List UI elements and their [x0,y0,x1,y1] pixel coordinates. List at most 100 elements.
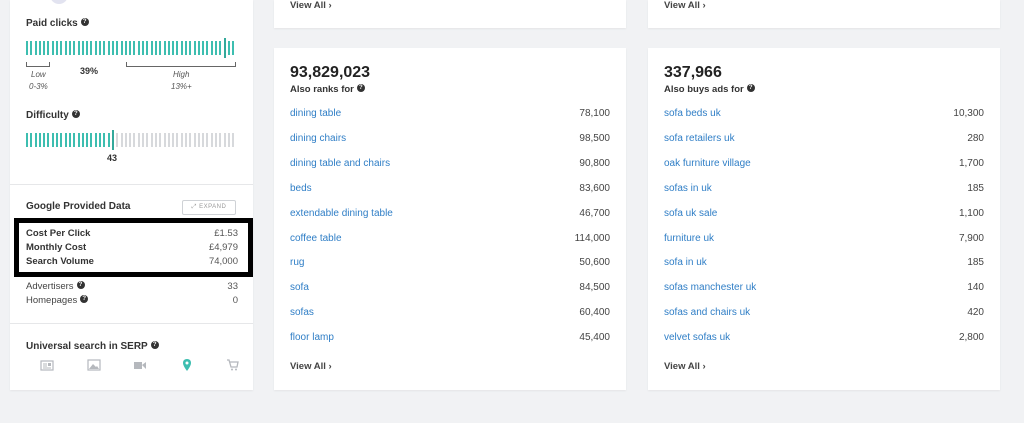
advertisers-label: Advertisers [26,281,74,292]
bar-tick [133,41,136,55]
keyword-volume: 140 [967,282,984,294]
bar-tick [103,133,106,147]
help-icon[interactable]: ? [356,84,365,92]
bar-tick [142,133,145,147]
keyword-link[interactable]: extendable dining table [290,208,393,219]
bar-tick [210,133,213,147]
also-ranks-row: dining table and chairs 90,800 [290,158,610,169]
keyword-link[interactable]: furniture uk [664,233,714,244]
bar-tick [60,133,63,147]
divider [10,184,253,185]
bar-tick [189,133,192,147]
keyword-link[interactable]: sofa uk sale [664,208,717,219]
bar-tick [215,41,218,55]
view-all-label: View All [664,0,700,11]
bar-tick [34,41,37,55]
map-pin-icon[interactable] [180,358,194,372]
help-icon[interactable]: ? [150,341,159,349]
keyword-link[interactable]: sofa in uk [664,257,707,268]
top-card-right: View All › [648,0,1000,28]
top-view-all-left[interactable]: View All › [290,0,332,11]
news-icon[interactable] [40,358,54,372]
video-icon[interactable] [133,358,147,372]
also-buys-row: furniture uk 7,900 [664,233,984,244]
help-icon[interactable]: ? [76,281,85,289]
help-icon[interactable]: ? [80,18,89,26]
bar-tick [202,133,205,147]
keyword-volume: 280 [967,132,984,144]
also-ranks-view-all[interactable]: View All › [290,361,332,372]
avatar [50,0,68,4]
bar-tick [99,133,102,147]
keyword-link[interactable]: dining chairs [290,133,346,144]
bar-tick [124,133,127,147]
shopping-cart-icon[interactable] [226,358,240,372]
difficulty-label: Difficulty? [26,110,80,121]
help-icon[interactable]: ? [746,84,755,92]
keyword-link[interactable]: sofa beds uk [664,108,721,119]
also-buys-row: sofa in uk 185 [664,257,984,268]
bar-tick [223,133,226,147]
difficulty-text: Difficulty [26,110,69,121]
bar-tick [227,133,230,147]
bar-tick [202,41,205,55]
keyword-link[interactable]: sofa retailers uk [664,133,735,144]
bar-tick [159,41,162,55]
bar-tick [116,41,119,55]
bar-tick [129,133,132,147]
also-ranks-row: floor lamp 45,400 [290,332,610,343]
bar-tick [86,133,89,147]
keyword-volume: 84,500 [579,282,610,294]
bar-tick [68,133,71,147]
bar-tick [219,133,222,147]
keyword-link[interactable]: sofas in uk [664,183,712,194]
view-all-label: View All [290,0,326,11]
bar-tick [68,41,71,55]
bar-tick [167,133,170,147]
bar-tick [56,41,59,55]
universal-search-label: Universal search in SERP? [26,341,159,352]
also-buys-row: sofa beds uk 10,300 [664,108,984,119]
keyword-link[interactable]: coffee table [290,233,342,244]
google-data-title: Google Provided Data [26,201,131,212]
keyword-link[interactable]: sofas and chairs uk [664,307,750,318]
bar-tick [43,41,46,55]
keyword-link[interactable]: floor lamp [290,332,334,343]
low-label: Low [31,70,46,79]
bar-tick [30,133,33,147]
keyword-volume: 10,300 [953,108,984,119]
keyword-link[interactable]: rug [290,257,304,268]
keyword-link[interactable]: sofas [290,307,314,318]
also-buys-row: velvet sofas uk 2,800 [664,332,984,343]
keyword-volume: 90,800 [579,157,610,169]
keyword-link[interactable]: velvet sofas uk [664,332,730,343]
difficulty-bar [26,130,235,150]
highlight-box [14,218,253,277]
bar-tick [167,41,170,55]
bar-tick [154,41,157,55]
expand-button[interactable]: ⤢ EXPAND [182,200,236,215]
keyword-link[interactable]: dining table [290,108,341,119]
bar-tick [150,41,153,55]
top-card-left: View All › [274,0,626,28]
bar-tick [38,133,41,147]
keyword-link[interactable]: sofas manchester uk [664,282,756,293]
also-buys-view-all[interactable]: View All › [664,361,706,372]
keyword-volume: 45,400 [579,332,610,344]
bar-tick [26,133,28,147]
image-icon[interactable] [86,358,101,372]
keyword-link[interactable]: oak furniture village [664,158,751,169]
bar-tick [81,41,84,55]
keyword-link[interactable]: sofa [290,282,309,293]
chevron-right-icon: › [328,0,332,11]
bar-tick [219,41,222,55]
bar-tick [223,38,226,58]
help-icon[interactable]: ? [71,110,80,118]
bar-tick [197,41,200,55]
bar-tick [120,133,123,147]
help-icon[interactable]: ? [80,295,89,303]
metrics-panel: Paid clicks? Low 0-3% 39% High 13%+ Diff… [10,0,253,390]
top-view-all-right[interactable]: View All › [664,0,706,11]
keyword-link[interactable]: beds [290,183,312,194]
keyword-link[interactable]: dining table and chairs [290,158,390,169]
